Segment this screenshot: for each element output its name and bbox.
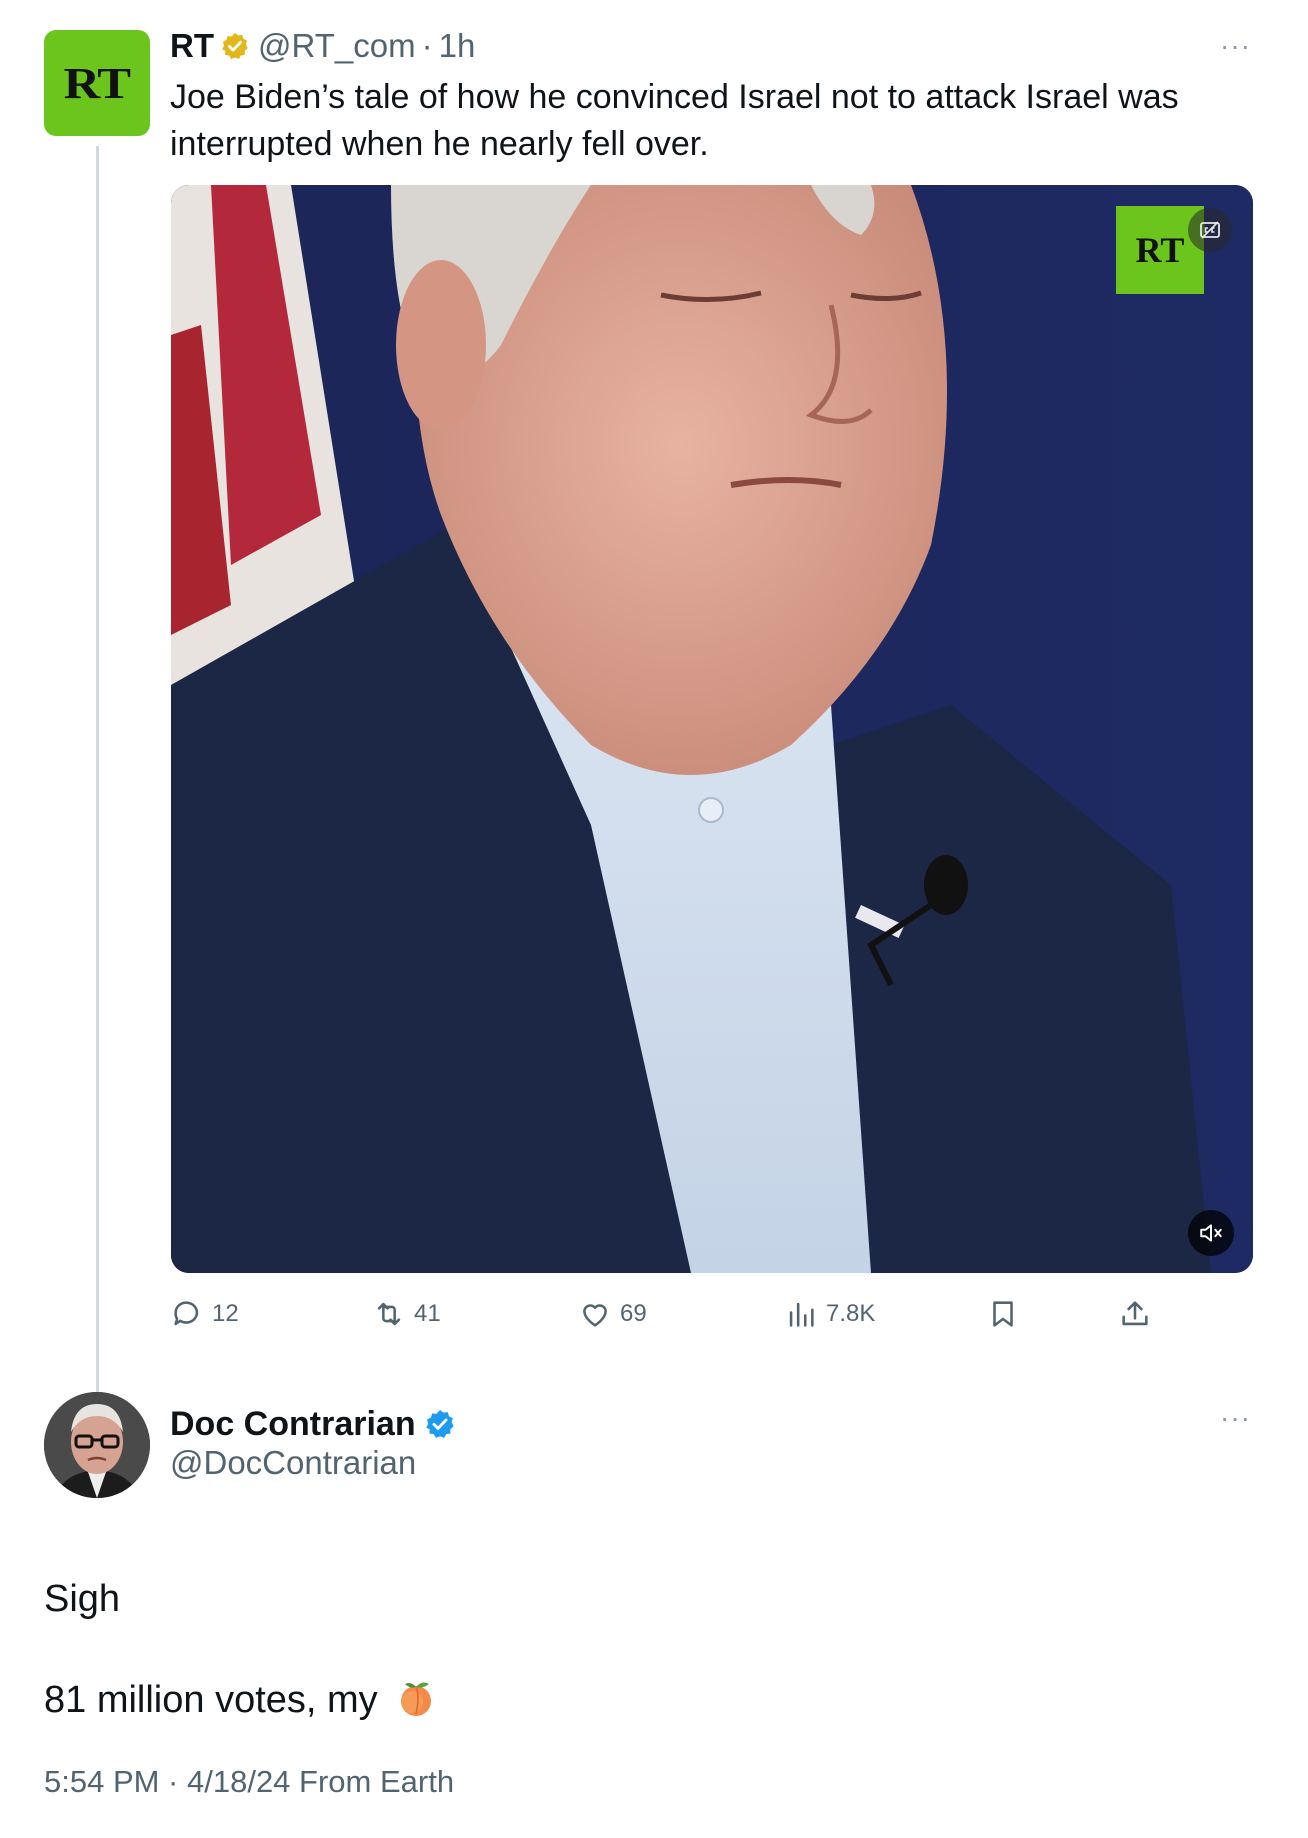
heart-icon bbox=[583, 1304, 607, 1327]
gold-check-badge-icon bbox=[222, 32, 248, 59]
closed-captions-glyph bbox=[1200, 221, 1220, 239]
more-dots-icon[interactable]: ··· bbox=[1220, 30, 1251, 62]
doc-display-name[interactable]: Doc Contrarian bbox=[170, 1405, 416, 1444]
retweet-count: 41 bbox=[414, 1300, 441, 1327]
retweet-icon bbox=[377, 1302, 401, 1326]
share-button[interactable] bbox=[1118, 1290, 1160, 1338]
views-chart-icon bbox=[789, 1302, 814, 1327]
muted-speaker-icon[interactable] bbox=[1188, 1210, 1234, 1256]
like-button[interactable]: 69 bbox=[578, 1290, 647, 1338]
rt-avatar-logo: RT bbox=[63, 58, 131, 108]
peach-emoji-icon bbox=[401, 1682, 432, 1716]
header-separator: · bbox=[421, 27, 433, 64]
thread-line bbox=[96, 146, 99, 1392]
rt-watermark-text: RT bbox=[1135, 230, 1185, 270]
reply-count: 12 bbox=[212, 1300, 239, 1327]
doc-name-row: Doc Contrarian bbox=[170, 1400, 464, 1448]
rt-handle[interactable]: @RT_com bbox=[258, 27, 416, 65]
video-frame bbox=[171, 185, 1253, 1273]
doc-contrarian-avatar[interactable] bbox=[44, 1392, 150, 1498]
views-count: 7.8K bbox=[826, 1300, 876, 1327]
tweet-timestamp[interactable]: 1h bbox=[439, 27, 476, 65]
closed-captions-icon[interactable] bbox=[1188, 208, 1232, 252]
reply-button[interactable]: 12 bbox=[170, 1290, 239, 1338]
reply-text-line-2-wrap: 81 million votes, my bbox=[44, 1678, 436, 1722]
retweet-button[interactable]: 41 bbox=[372, 1290, 441, 1338]
bookmark-icon bbox=[993, 1301, 1013, 1327]
reply-text-line-2: 81 million votes, my bbox=[44, 1679, 378, 1721]
tweet-footer-timestamp[interactable]: 5:54 PM · 4/18/24 From Earth bbox=[44, 1764, 454, 1800]
share-icon bbox=[1122, 1301, 1148, 1326]
rt-tweet-header: RT @RT_com · 1h bbox=[170, 22, 475, 70]
rt-tweet-text: Joe Biden’s tale of how he convinced Isr… bbox=[170, 78, 1179, 163]
avatar-portrait bbox=[44, 1392, 150, 1498]
rt-avatar[interactable]: RT bbox=[44, 30, 150, 136]
like-count: 69 bbox=[620, 1300, 647, 1327]
video-player[interactable] bbox=[171, 185, 1253, 1273]
views-button[interactable]: 7.8K bbox=[784, 1290, 875, 1338]
reply-icon bbox=[174, 1301, 199, 1326]
doc-handle[interactable]: @DocContrarian bbox=[170, 1444, 416, 1482]
more-dots-icon[interactable]: ··· bbox=[1220, 1402, 1251, 1434]
rt-display-name[interactable]: RT bbox=[170, 27, 214, 65]
bookmark-button[interactable] bbox=[986, 1290, 1028, 1338]
speaker-glyph bbox=[1200, 1224, 1222, 1242]
reply-text-line-1: Sigh bbox=[44, 1578, 121, 1620]
blue-check-badge-icon bbox=[425, 1410, 454, 1438]
